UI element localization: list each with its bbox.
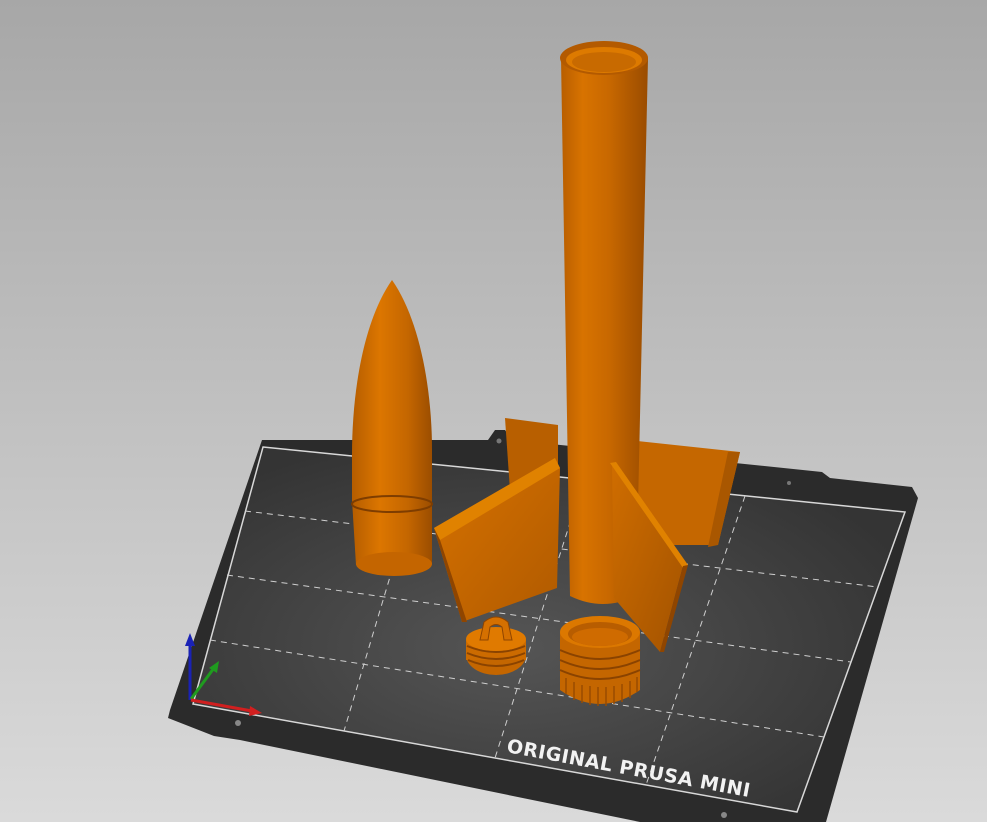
model-threaded-coupler[interactable]: [559, 616, 641, 706]
plater-scene[interactable]: ORIGINAL PRUSA MINI: [0, 0, 987, 822]
bed-hole: [721, 812, 727, 818]
nose-cone-base: [356, 552, 432, 576]
tube-top-inner: [572, 52, 636, 72]
cap-top: [466, 627, 526, 651]
bed-hole: [235, 720, 241, 726]
3d-viewport[interactable]: ORIGINAL PRUSA MINI: [0, 0, 987, 822]
bed-hole: [496, 438, 502, 444]
coupler-inner: [572, 628, 628, 646]
bed-hole: [787, 481, 791, 485]
